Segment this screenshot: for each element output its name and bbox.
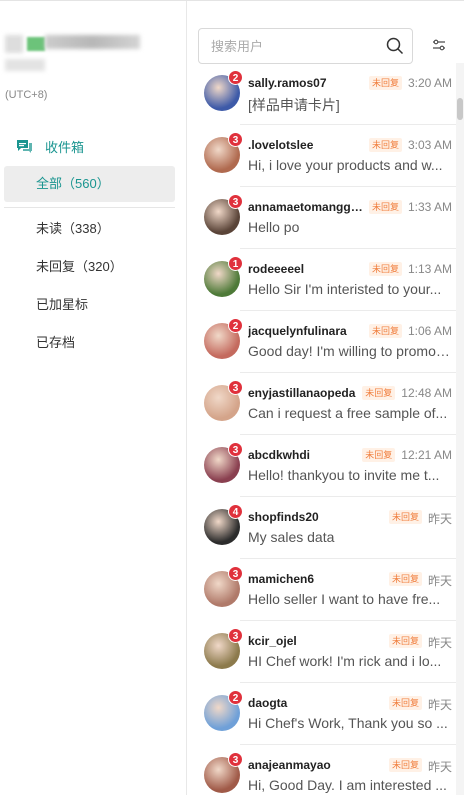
unread-count-badge: 3: [228, 628, 243, 643]
filter-icon[interactable]: [432, 39, 446, 51]
username: jacquelynfulinara: [248, 324, 347, 338]
username: enyjastillanaopeda: [248, 386, 356, 400]
unread-count-badge: 2: [228, 690, 243, 705]
account-info-blurred: [5, 29, 140, 89]
conversation-item[interactable]: 2 jacquelynfulinara 未回复 1:06 AM Good day! I'…: [188, 311, 458, 373]
unreplied-tag: 未回复: [388, 634, 422, 648]
message-preview: Hello po: [248, 219, 300, 235]
search-box: [198, 28, 413, 64]
unread-count-badge: 3: [228, 566, 243, 581]
username: shopfinds20: [248, 510, 319, 524]
conversation-panel: 2 sally.ramos07 未回复 3:20 AM [样品申请卡片] 3 .lovelo…: [188, 1, 464, 795]
scrollbar-thumb[interactable]: [457, 98, 463, 120]
conversation-item[interactable]: 4 shopfinds20 未回复 昨天 My sales data: [188, 497, 458, 559]
timezone-label: (UTC+8): [5, 89, 48, 101]
conversation-item[interactable]: 3 .lovelotslee 未回复 3:03 AM Hi, i love your p…: [188, 125, 458, 187]
unreplied-tag: 未回复: [362, 448, 396, 462]
unread-count-badge: 2: [228, 318, 243, 333]
message-preview: Hello seller I want to have fre...: [248, 591, 441, 607]
unreplied-tag: 未回复: [362, 386, 396, 400]
message-time: 昨天: [427, 698, 452, 712]
nav-item-all[interactable]: 全部（560）: [4, 166, 175, 202]
message-preview: Hi, Good Day. I am interested ...: [248, 777, 447, 793]
message-time: 12:48 AM: [401, 386, 452, 400]
message-preview: [样品申请卡片]: [248, 97, 340, 113]
username: rodeeeeel: [248, 262, 305, 276]
unreplied-tag: 未回复: [368, 76, 402, 90]
message-time: 1:06 AM: [407, 324, 452, 338]
unreplied-tag: 未回复: [368, 324, 402, 338]
message-time: 12:21 AM: [401, 448, 452, 462]
nav-item-archived[interactable]: 已存档: [4, 325, 175, 361]
username: abcdkwhdi: [248, 448, 311, 462]
username: annamaetomanggo...: [248, 200, 368, 214]
conversation-item[interactable]: 3 kcir_ojel 未回复 昨天 HI Chef work! I'm rick an…: [188, 621, 458, 683]
unreplied-tag: 未回复: [388, 758, 422, 772]
username: sally.ramos07: [248, 76, 327, 90]
nav-item-unreplied[interactable]: 未回复（320）: [4, 249, 175, 285]
inbox-header[interactable]: 收件箱: [16, 137, 84, 156]
message-time: 昨天: [427, 512, 452, 526]
unreplied-tag: 未回复: [388, 572, 422, 586]
username: .lovelotslee: [248, 138, 314, 152]
message-time: 昨天: [427, 574, 452, 588]
nav-item-starred[interactable]: 已加星标: [4, 287, 175, 323]
unread-count-badge: 3: [228, 442, 243, 457]
message-preview: My sales data: [248, 529, 335, 545]
conversation-list: 2 sally.ramos07 未回复 3:20 AM [样品申请卡片] 3 .lovelo…: [188, 63, 458, 795]
search-input[interactable]: [199, 29, 369, 63]
unreplied-tag: 未回复: [368, 138, 402, 152]
username: mamichen6: [248, 572, 315, 586]
message-time: 1:13 AM: [407, 262, 452, 276]
message-preview: Hi, i love your products and w...: [248, 157, 443, 173]
username: anajeanmayao: [248, 758, 331, 772]
conversation-item[interactable]: 3 enyjastillanaopeda 未回复 12:48 AM Can i requ…: [188, 373, 458, 435]
unread-count-badge: 3: [228, 194, 243, 209]
message-time: 3:20 AM: [407, 76, 452, 90]
unread-count-badge: 3: [228, 752, 243, 767]
conversation-item[interactable]: 3 mamichen6 未回复 昨天 Hello seller I want to ha…: [188, 559, 458, 621]
unread-count-badge: 4: [228, 504, 243, 519]
unreplied-tag: 未回复: [368, 200, 402, 214]
nav-item-unread[interactable]: 未读（338）: [4, 211, 175, 247]
conversation-item[interactable]: 3 abcdkwhdi 未回复 12:21 AM Hello! thankyou to …: [188, 435, 458, 497]
scrollbar[interactable]: [456, 63, 464, 795]
message-time: 1:33 AM: [407, 200, 452, 214]
unreplied-tag: 未回复: [388, 510, 422, 524]
inbox-label: 收件箱: [45, 140, 85, 155]
conversation-item[interactable]: 3 anajeanmayao 未回复 昨天 Hi, Good Day. I am int…: [188, 745, 458, 795]
username: kcir_ojel: [248, 634, 297, 648]
message-time: 昨天: [427, 760, 452, 774]
conversation-item[interactable]: 1 rodeeeeel 未回复 1:13 AM Hello Sir I'm interi…: [188, 249, 458, 311]
inbox-window: (UTC+8) 收件箱 全部（560） 未读（338） 未回复（320） 已加星…: [0, 0, 464, 795]
unreplied-tag: 未回复: [368, 262, 402, 276]
chat-bubbles-icon: [17, 140, 32, 153]
message-preview: Good day! I'm willing to promote...: [248, 343, 452, 359]
conversation-item[interactable]: 2 sally.ramos07 未回复 3:20 AM [样品申请卡片]: [188, 63, 458, 125]
conversation-item[interactable]: 2 daogta 未回复 昨天 Hi Chef's Work, Thank you so…: [188, 683, 458, 745]
message-time: 3:03 AM: [407, 138, 452, 152]
username: daogta: [248, 696, 288, 710]
unread-count-badge: 1: [228, 256, 243, 271]
message-preview: HI Chef work! I'm rick and i lo...: [248, 653, 442, 669]
conversation-item[interactable]: 3 annamaetomanggo... 未回复 1:33 AM Hello po: [188, 187, 458, 249]
search-icon[interactable]: [386, 37, 404, 55]
message-time: 昨天: [427, 636, 452, 650]
message-preview: Can i request a free sample of...: [248, 405, 448, 421]
left-sidebar: (UTC+8) 收件箱 全部（560） 未读（338） 未回复（320） 已加星…: [0, 1, 187, 795]
unread-count-badge: 2: [228, 70, 243, 85]
message-preview: Hi Chef's Work, Thank you so ...: [248, 715, 448, 731]
message-preview: Hello Sir I'm interisted to your...: [248, 281, 442, 297]
message-preview: Hello! thankyou to invite me t...: [248, 467, 440, 483]
nav-divider: [4, 207, 175, 208]
unread-count-badge: 3: [228, 380, 243, 395]
unread-count-badge: 3: [228, 132, 243, 147]
unreplied-tag: 未回复: [388, 696, 422, 710]
